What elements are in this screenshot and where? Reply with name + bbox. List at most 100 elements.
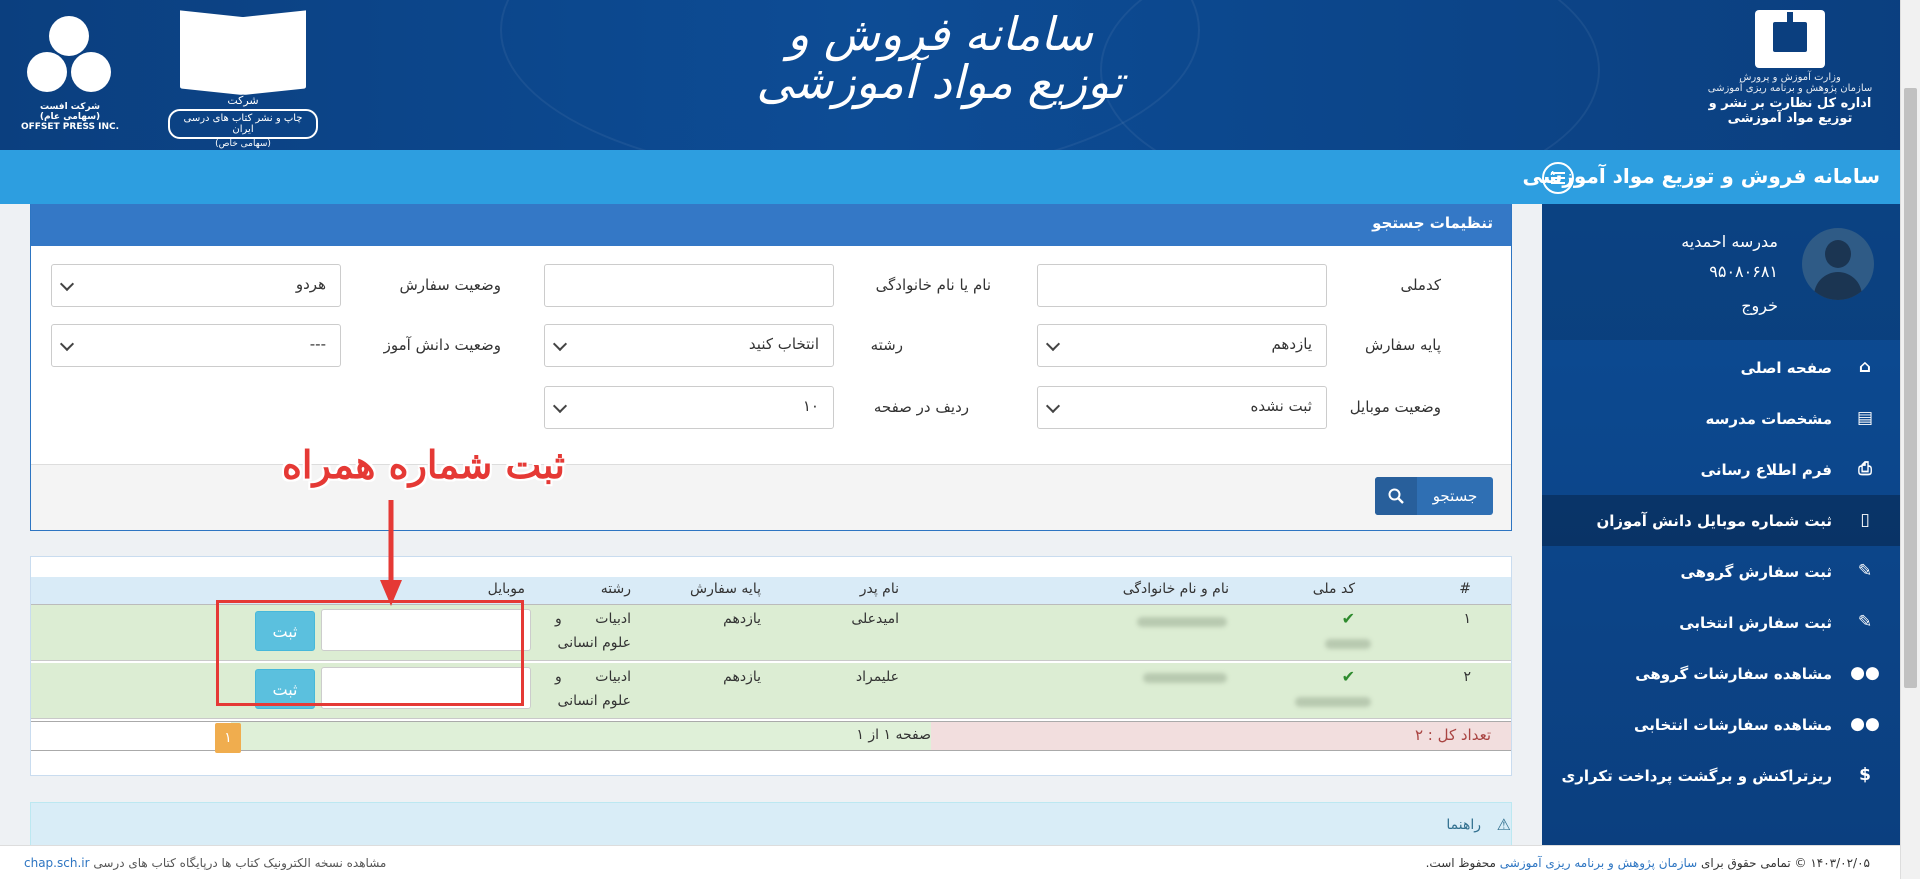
copyright-prefix: ۱۴۰۳/۰۲/۰۵ © تمامی حقوق برای (1701, 856, 1870, 870)
offset-circles-icon (23, 16, 117, 100)
sidebar-item-label: ثبت سفارش انتخابی (1679, 613, 1832, 632)
blurred-full-name (1143, 673, 1227, 683)
edit-icon: ✎ (1857, 561, 1873, 581)
sidebar-item-label: ریزتراکنش و برگشت پرداخت تکراری (1561, 766, 1833, 785)
header-father: نام پدر (859, 581, 899, 597)
book-icon (178, 10, 308, 90)
profile-card: مدرسه احمدیه ۹۵۰۸۰۶۸۱ خروج (1542, 204, 1900, 340)
blurred-national-code (1325, 639, 1371, 649)
sidebar-item-label: ثبت شماره موبایل دانش آموزان (1596, 511, 1832, 530)
check-icon: ✔ (1341, 667, 1355, 686)
sidebar-item-group-order[interactable]: ✎ ثبت سفارش گروهی (1542, 546, 1900, 597)
sidebar-item-label: مشاهده سفارشات انتخابی (1634, 715, 1832, 734)
sidebar: مدرسه احمدیه ۹۵۰۸۰۶۸۱ خروج ⌂ صفحه اصلی ▤ م… (1542, 204, 1920, 845)
row-field-line2: علوم انسانی (557, 693, 631, 709)
sidebar-item-label: ثبت سفارش گروهی (1680, 562, 1832, 581)
row-field-line2: علوم انسانی (557, 635, 631, 651)
row-field-line1: ادبیات و (555, 611, 631, 627)
name-input[interactable] (544, 264, 834, 307)
ebook-note: مشاهده نسخه الکترونیک کتاب ها درپایگاه ک… (24, 856, 386, 870)
search-button-label: جستجو (1432, 487, 1478, 505)
grade-value: یازدهم (1271, 335, 1312, 353)
copyright-suffix: محفوظ است. (1425, 856, 1496, 870)
total-count: تعداد کل : ۲ (931, 722, 1511, 750)
sidebar-item-view-group-orders[interactable]: ●● مشاهده سفارشات گروهی (1542, 648, 1900, 699)
sidebar-item-label: مشاهده سفارشات گروهی (1635, 664, 1832, 683)
offset-logo: شرکت افست (سهامی عام) OFFSET PRESS INC. (20, 16, 120, 136)
guide-label: راهنما (1446, 817, 1481, 833)
row-num: ۲ (1463, 669, 1471, 685)
name-label: نام یا نام خانوادگی (875, 276, 991, 294)
logout-link[interactable]: خروج (1741, 296, 1778, 315)
student-status-label: وضعیت دانش آموز (383, 336, 501, 354)
order-status-label: وضعیت سفارش (399, 276, 501, 294)
sidebar-item-view-selective-orders[interactable]: ●● مشاهده سفارشات انتخابی (1542, 699, 1900, 750)
field-label: رشته (870, 336, 903, 354)
sidebar-menu: ⌂ صفحه اصلی ▤ مشخصات مدرسه ⎙ فرم اطلاع رسان… (1542, 342, 1906, 801)
guide-panel[interactable]: ⚠ راهنما (30, 802, 1512, 846)
sidebar-item-notice-form[interactable]: ⎙ فرم اطلاع رسانی (1542, 444, 1900, 495)
header-grade: پایه سفارش (690, 581, 761, 597)
rows-per-page-select[interactable]: ۱۰ (544, 386, 834, 429)
blurred-national-code (1295, 697, 1371, 707)
rows-per-page-value: ۱۰ (802, 397, 819, 415)
ebook-link[interactable]: chap.sch.ir (24, 856, 90, 870)
sidebar-item-transactions[interactable]: $ ریزتراکنش و برگشت پرداخت تکراری (1542, 750, 1900, 801)
header-num: # (1459, 581, 1471, 597)
menu-toggle-icon[interactable] (1542, 162, 1574, 194)
annotation-text: ثبت شماره همراه (282, 442, 565, 487)
search-panel: تنظیمات جستجو کدملی نام یا نام خانوادگی … (30, 204, 1512, 531)
grade-select[interactable]: یازدهم (1037, 324, 1327, 367)
sidebar-item-label: مشخصات مدرسه (1705, 409, 1832, 428)
page-info: صفحه ۱ از ۱ (856, 727, 931, 743)
navbar-title[interactable]: سامانه فروش و توزیع مواد آموزشی (1523, 164, 1881, 188)
chevron-down-icon (59, 276, 75, 292)
field-select[interactable]: انتخاب کنید (544, 324, 834, 367)
page-scrollbar[interactable] (1900, 0, 1920, 879)
offset-line: OFFSET PRESS INC. (20, 122, 120, 132)
check-icon: ✔ (1341, 609, 1355, 628)
chevron-down-icon (552, 336, 568, 352)
national-code-input[interactable] (1037, 264, 1327, 307)
avatar (1802, 228, 1874, 300)
sidebar-item-selective-order[interactable]: ✎ ثبت سفارش انتخابی (1542, 597, 1900, 648)
warning-icon: ⚠ (1496, 815, 1511, 834)
home-icon: ⌂ (1858, 357, 1872, 377)
rows-per-page-label: ردیف در صفحه (873, 398, 969, 416)
sidebar-item-student-mobile[interactable]: ▯ ثبت شماره موبایل دانش آموزان (1542, 495, 1906, 546)
sidebar-item-home[interactable]: ⌂ صفحه اصلی (1542, 342, 1900, 393)
header-full-name: نام و نام خانوادگی (1122, 581, 1229, 597)
users-icon: ●● (1850, 714, 1880, 734)
emblem-icon (1755, 10, 1825, 68)
chevron-down-icon (1045, 336, 1061, 352)
student-status-select[interactable]: --- (51, 324, 341, 367)
mobile-status-select[interactable]: ثبت نشده (1037, 386, 1327, 429)
row-num: ۱ (1463, 611, 1471, 627)
field-value: انتخاب کنید (748, 335, 819, 353)
system-title: سامانه فروش و توزیع مواد آموزشی (756, 7, 1124, 110)
mobile-status-label: وضعیت موبایل (1349, 398, 1441, 416)
sidebar-item-school-info[interactable]: ▤ مشخصات مدرسه (1542, 393, 1900, 444)
annotation-highlight-box (216, 600, 524, 706)
chevron-down-icon (59, 336, 75, 352)
grade-label: پایه سفارش (1364, 336, 1441, 354)
dollar-icon: $ (1859, 765, 1871, 785)
search-button[interactable]: جستجو (1375, 477, 1493, 515)
id-card-icon: ▤ (1856, 408, 1874, 428)
chevron-down-icon (552, 398, 568, 414)
header-national-code: کد ملی (1312, 581, 1355, 597)
search-panel-footer: جستجو (31, 464, 1511, 530)
order-status-value: هردو (295, 275, 326, 293)
search-icon (1375, 477, 1417, 515)
blurred-full-name (1137, 617, 1227, 627)
school-code: ۹۵۰۸۰۶۸۱ (1709, 262, 1778, 281)
mobile-icon: ▯ (1860, 510, 1870, 530)
row-father: امیدعلی (851, 611, 899, 627)
page-number-button[interactable]: ۱ (215, 723, 241, 753)
scrollbar-thumb[interactable] (1904, 88, 1917, 688)
order-status-select[interactable]: هردو (51, 264, 341, 307)
ministry-line: وزارت آموزش و پرورش (1739, 72, 1841, 83)
copyright-link[interactable]: سازمان پژوهش و برنامه ریزی آموزشی (1500, 856, 1697, 870)
pagination-bar: تعداد کل : ۲ صفحه ۱ از ۱ ۱ (31, 721, 1511, 753)
ministry-line: سازمان پژوهش و برنامه ریزی آموزشی (1707, 83, 1873, 94)
